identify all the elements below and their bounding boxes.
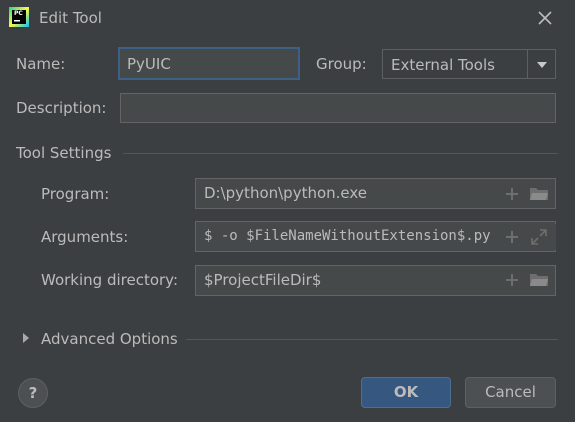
advanced-divider	[186, 339, 558, 340]
plus-icon[interactable]	[502, 270, 522, 290]
description-input[interactable]	[120, 93, 556, 123]
working-directory-label: Working directory:	[41, 271, 179, 289]
description-label: Description:	[16, 99, 107, 117]
ok-button[interactable]: OK	[361, 377, 451, 408]
plus-icon[interactable]	[502, 227, 522, 247]
window-title: Edit Tool	[39, 9, 102, 27]
pycharm-logo-icon: PC	[9, 7, 29, 27]
arguments-label: Arguments:	[41, 228, 129, 246]
plus-icon[interactable]	[502, 184, 522, 204]
name-label: Name:	[16, 55, 66, 73]
logo-text: PC	[14, 10, 23, 17]
name-input[interactable]: PyUIC	[118, 47, 300, 80]
chevron-down-icon[interactable]	[527, 49, 556, 79]
folder-icon[interactable]	[529, 270, 549, 290]
expand-icon[interactable]	[529, 227, 549, 247]
help-button[interactable]: ?	[18, 378, 48, 408]
triangle-right-icon[interactable]	[23, 333, 29, 343]
tool-settings-heading: Tool Settings	[16, 144, 112, 162]
group-label: Group:	[316, 55, 367, 73]
program-label: Program:	[41, 185, 110, 203]
section-divider	[123, 153, 558, 154]
folder-icon[interactable]	[529, 184, 549, 204]
advanced-options-toggle[interactable]: Advanced Options	[41, 329, 178, 349]
group-select[interactable]: External Tools	[382, 49, 528, 79]
close-icon[interactable]	[534, 7, 556, 29]
cancel-button[interactable]: Cancel	[465, 377, 556, 408]
